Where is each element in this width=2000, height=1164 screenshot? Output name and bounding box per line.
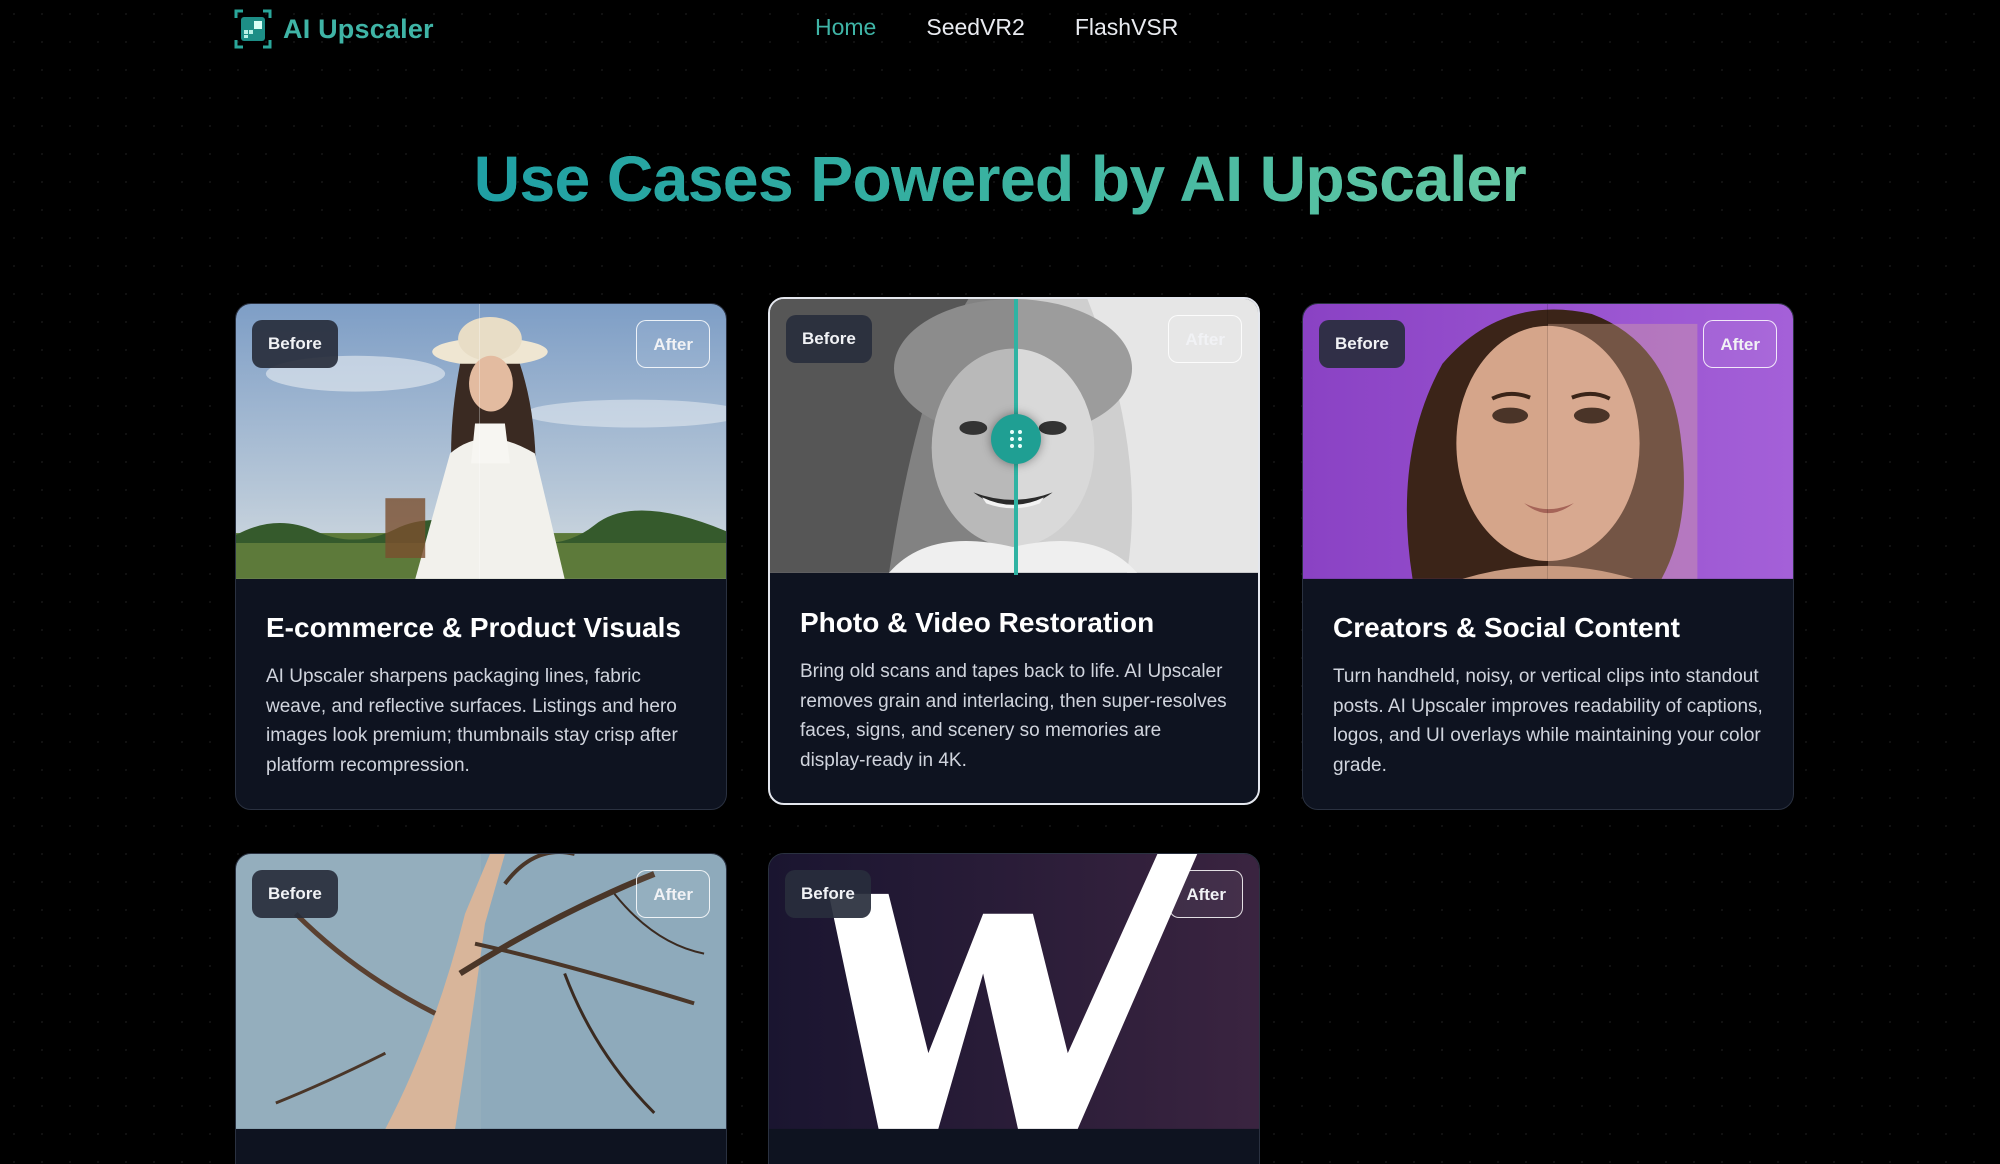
after-badge: After	[1168, 315, 1242, 363]
use-case-card-restoration[interactable]: Before After Photo & Video Restoration B…	[768, 297, 1260, 805]
before-after-image[interactable]: Before After	[1303, 304, 1793, 580]
use-case-card-ecommerce[interactable]: Before After E-commerce & Product Visual…	[235, 303, 727, 810]
use-case-card-creators[interactable]: Before After Creators & Social Content T…	[1302, 303, 1794, 810]
after-badge: After	[1169, 870, 1243, 918]
nav-links: Home SeedVR2 FlashVSR	[815, 14, 1178, 41]
after-badge: After	[636, 870, 710, 918]
before-badge: Before	[785, 870, 871, 918]
drag-handle-icon[interactable]	[991, 414, 1041, 464]
before-badge: Before	[252, 320, 338, 368]
card-title: Creators & Social Content	[1333, 612, 1680, 643]
nav-flashvsr[interactable]: FlashVSR	[1075, 14, 1179, 41]
after-badge: After	[1703, 320, 1777, 368]
before-badge: Before	[1319, 320, 1405, 368]
nav-seedvr2[interactable]: SeedVR2	[926, 14, 1024, 41]
before-after-image[interactable]: Before After	[236, 854, 726, 1130]
nav-home[interactable]: Home	[815, 14, 876, 41]
before-badge: Before	[252, 870, 338, 918]
brand-name: AI Upscaler	[283, 13, 434, 44]
card-description: AI Upscaler sharpens packaging lines, fa…	[266, 666, 678, 776]
brand-logo[interactable]: AI Upscaler	[233, 8, 434, 50]
after-badge: After	[636, 320, 710, 368]
card-description: Turn handheld, noisy, or vertical clips …	[1333, 666, 1763, 776]
card-title: Photo & Video Restoration	[800, 607, 1155, 638]
card-title: E-commerce & Product Visuals	[266, 612, 681, 643]
before-after-image[interactable]: Before After	[769, 854, 1259, 1130]
use-case-card-typography[interactable]: Before After	[768, 853, 1260, 1164]
card-description: Bring old scans and tapes back to life. …	[800, 661, 1227, 771]
before-badge: Before	[786, 315, 872, 363]
top-navigation: AI Upscaler Home SeedVR2 FlashVSR	[0, 0, 2000, 60]
logo-icon	[234, 9, 272, 49]
use-case-card-nature[interactable]: Before After	[235, 853, 727, 1164]
section-title: Use Cases Powered by AI Upscaler	[0, 142, 2000, 216]
before-after-image[interactable]: Before After	[770, 299, 1258, 575]
before-after-image[interactable]: Before After	[236, 304, 726, 580]
